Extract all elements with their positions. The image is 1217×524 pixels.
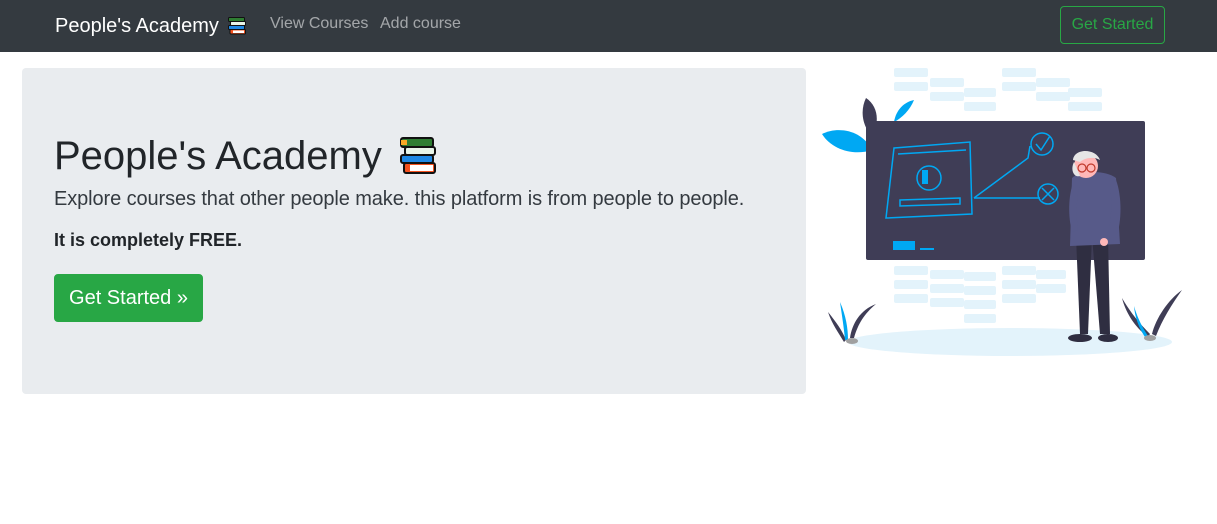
- get-started-nav-button[interactable]: Get Started: [1060, 6, 1165, 44]
- nav-link-view-courses[interactable]: View Courses: [270, 15, 368, 33]
- teacher-illustration: [822, 68, 1182, 356]
- books-icon: [399, 137, 436, 174]
- top-navbar: People's Academy View Courses Add course…: [0, 0, 1217, 52]
- hero-title-text: People's Academy: [54, 134, 382, 178]
- hero-lead-text: Explore courses that other people make. …: [54, 188, 745, 210]
- hero-free-text: It is completely FREE.: [54, 230, 243, 250]
- hero-title: People's Academy: [54, 132, 438, 180]
- brand-link[interactable]: People's Academy: [55, 13, 247, 39]
- hero-jumbotron: People's Academy Explore courses that ot…: [22, 68, 806, 394]
- books-icon: [227, 17, 246, 35]
- nav-link-add-course[interactable]: Add course: [380, 15, 461, 33]
- get-started-hero-button[interactable]: Get Started »: [54, 274, 203, 322]
- brand-name: People's Academy: [55, 14, 219, 37]
